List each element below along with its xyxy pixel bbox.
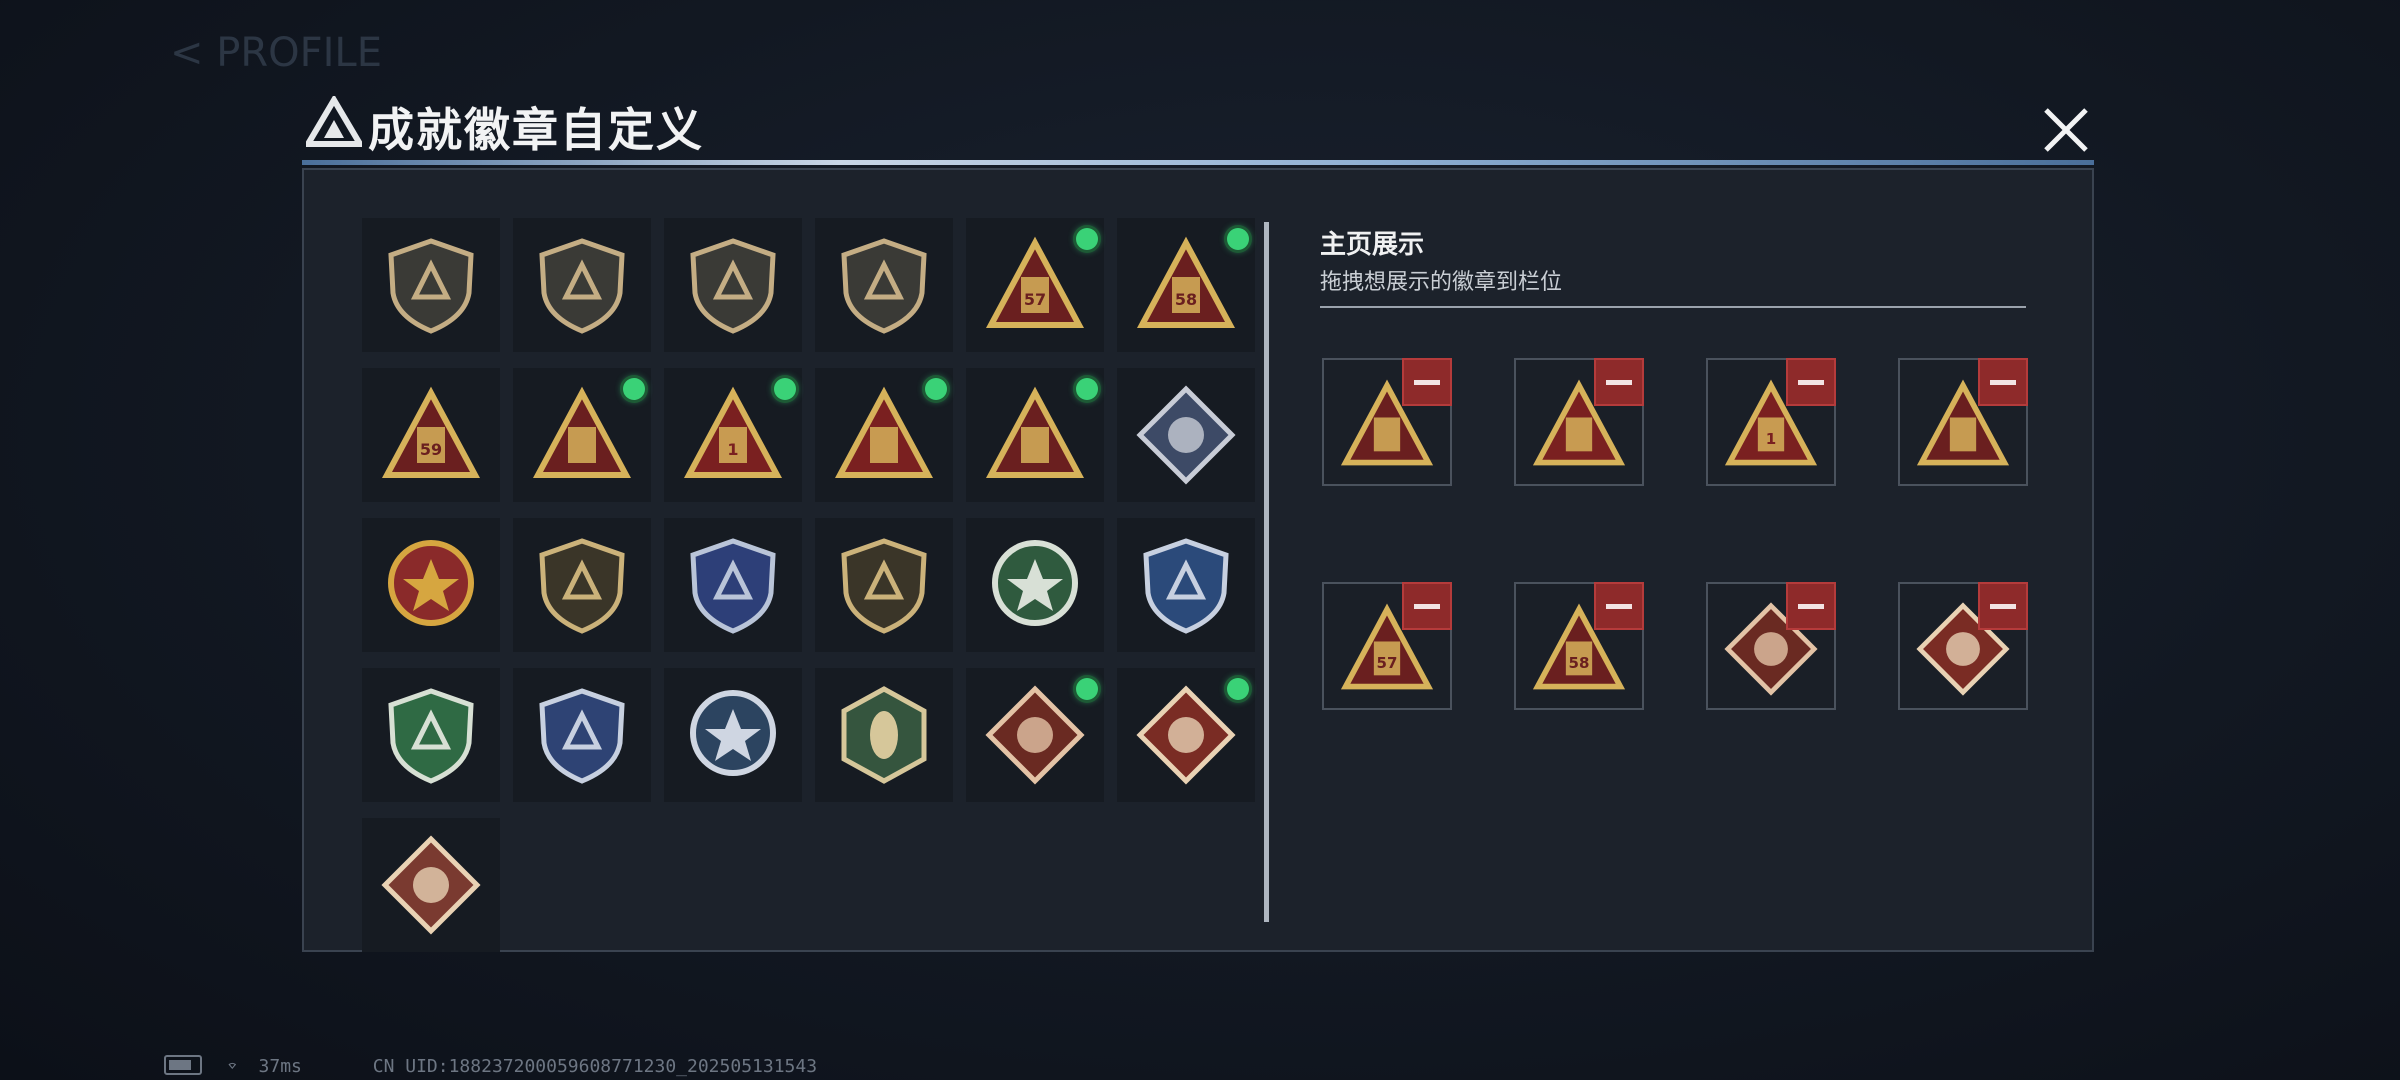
badge-triangle-57-icon: 57 xyxy=(985,236,1085,328)
status-bar: ⌔ 37ms CN UID:188237200059608771230_2025… xyxy=(164,1055,818,1078)
badge-diamond-silver-icon xyxy=(1136,385,1236,485)
badge-d20-shield[interactable] xyxy=(815,518,953,652)
modal-title-bar: 成就徽章自定义 xyxy=(302,88,2094,158)
remove-badge-button[interactable] xyxy=(1594,582,1644,630)
badge-triangle-tower[interactable] xyxy=(815,368,953,502)
badge-blue-winged-shield[interactable] xyxy=(664,518,802,652)
badge-triangle-soldiers[interactable] xyxy=(966,368,1104,502)
showcase-subtitle: 拖拽想展示的徽章到栏位 xyxy=(1320,270,1563,295)
svg-text:58: 58 xyxy=(1569,654,1590,672)
remove-badge-button[interactable] xyxy=(1978,358,2028,406)
showcase-title: 主页展示 xyxy=(1320,230,1425,260)
badge-blue-knife-shield-icon xyxy=(539,688,625,784)
remove-badge-button[interactable] xyxy=(1786,358,1836,406)
panel-divider xyxy=(1264,222,1269,922)
badge-logo-shield-icon xyxy=(388,238,474,334)
badge-lizard-diamond-icon xyxy=(381,835,481,935)
background-header-ghost: < PROFILE xyxy=(170,30,382,76)
showcase-divider xyxy=(1320,306,2026,308)
badge-blue-rifle-shield-icon xyxy=(1143,538,1229,634)
badge-runner-diamond[interactable] xyxy=(1117,668,1255,802)
badge-triangle-number-1[interactable]: 1 xyxy=(664,368,802,502)
badge-green-rose-icon xyxy=(992,540,1078,626)
badge-d20-shield-icon xyxy=(841,538,927,634)
badge-runner-diamond-icon xyxy=(1136,685,1236,785)
selected-indicator-icon xyxy=(1227,228,1249,250)
slot-triangle-58[interactable]: 58 xyxy=(1514,582,1644,710)
svg-text:58: 58 xyxy=(1175,290,1197,309)
badge-blue-knife-shield[interactable] xyxy=(513,668,651,802)
badge-star-medal[interactable] xyxy=(362,518,500,652)
ping-text: 37ms xyxy=(258,1056,302,1077)
badge-chevron-shield[interactable] xyxy=(513,518,651,652)
selected-indicator-icon xyxy=(1076,228,1098,250)
svg-text:57: 57 xyxy=(1024,290,1046,309)
slot-soldiers[interactable] xyxy=(1322,358,1452,486)
badge-star-medal-icon xyxy=(388,540,474,626)
slot-tower[interactable] xyxy=(1514,358,1644,486)
selected-indicator-icon xyxy=(925,378,947,400)
slot-rockets[interactable] xyxy=(1898,358,2028,486)
badge-lizard-diamond[interactable] xyxy=(362,818,500,952)
badge-triangle-58-icon: 58 xyxy=(1136,236,1236,328)
modal-title: 成就徽章自定义 xyxy=(368,103,704,157)
remove-badge-button[interactable] xyxy=(1978,582,2028,630)
badge-triangle-rockets[interactable] xyxy=(513,368,651,502)
badge-blade-shield-icon xyxy=(841,238,927,334)
badge-triangle-58[interactable]: 58 xyxy=(1117,218,1255,352)
badge-dragon-diamond-icon xyxy=(985,685,1085,785)
battery-icon xyxy=(164,1055,202,1075)
svg-text:59: 59 xyxy=(420,440,442,459)
badge-triangle-soldiers-icon xyxy=(985,386,1085,478)
badge-emblem-shield-icon xyxy=(690,238,776,334)
badge-helicopter-shield-icon xyxy=(539,238,625,334)
badge-helicopter-shield[interactable] xyxy=(513,218,651,352)
slot-number-1[interactable]: 1 xyxy=(1706,358,1836,486)
badge-blue-winged-shield-icon xyxy=(690,538,776,634)
badge-blue-rifle-shield[interactable] xyxy=(1117,518,1255,652)
remove-badge-button[interactable] xyxy=(1402,358,1452,406)
uid-text: CN UID:188237200059608771230_20250513154… xyxy=(372,1056,818,1077)
badge-triangle-rockets-icon xyxy=(532,386,632,478)
remove-badge-button[interactable] xyxy=(1786,582,1836,630)
badge-green-rifle-shield[interactable] xyxy=(362,668,500,802)
badge-triangle-number-1-icon: 1 xyxy=(683,386,783,478)
slot-dragon[interactable] xyxy=(1706,582,1836,710)
badge-chevron-shield-icon xyxy=(539,538,625,634)
badge-eagle-circle-icon xyxy=(690,690,776,776)
selected-indicator-icon xyxy=(774,378,796,400)
selected-indicator-icon xyxy=(1076,378,1098,400)
badge-hornet-hexagon[interactable] xyxy=(815,668,953,802)
badge-green-rifle-shield-icon xyxy=(388,688,474,784)
badge-triangle-wings-59-icon: 59 xyxy=(381,386,481,478)
selected-indicator-icon xyxy=(623,378,645,400)
game-logo-icon xyxy=(306,96,362,147)
wifi-icon: ⌔ xyxy=(226,1056,238,1077)
slot-triangle-57[interactable]: 57 xyxy=(1322,582,1452,710)
badge-green-rose[interactable] xyxy=(966,518,1104,652)
close-icon[interactable] xyxy=(2040,104,2092,156)
badge-hornet-hexagon-icon xyxy=(841,686,927,784)
badge-logo-shield[interactable] xyxy=(362,218,500,352)
badge-triangle-tower-icon xyxy=(834,386,934,478)
remove-badge-button[interactable] xyxy=(1402,582,1452,630)
svg-text:1: 1 xyxy=(727,440,738,459)
badge-dragon-diamond[interactable] xyxy=(966,668,1104,802)
badge-emblem-shield[interactable] xyxy=(664,218,802,352)
remove-badge-button[interactable] xyxy=(1594,358,1644,406)
svg-text:57: 57 xyxy=(1377,654,1398,672)
badge-blade-shield[interactable] xyxy=(815,218,953,352)
badge-eagle-circle[interactable] xyxy=(664,668,802,802)
svg-text:1: 1 xyxy=(1766,430,1776,448)
badge-triangle-57[interactable]: 57 xyxy=(966,218,1104,352)
selected-indicator-icon xyxy=(1076,678,1098,700)
badge-diamond-silver[interactable] xyxy=(1117,368,1255,502)
selected-indicator-icon xyxy=(1227,678,1249,700)
title-divider xyxy=(302,160,2094,165)
badge-triangle-wings-59[interactable]: 59 xyxy=(362,368,500,502)
slot-runner[interactable] xyxy=(1898,582,2028,710)
